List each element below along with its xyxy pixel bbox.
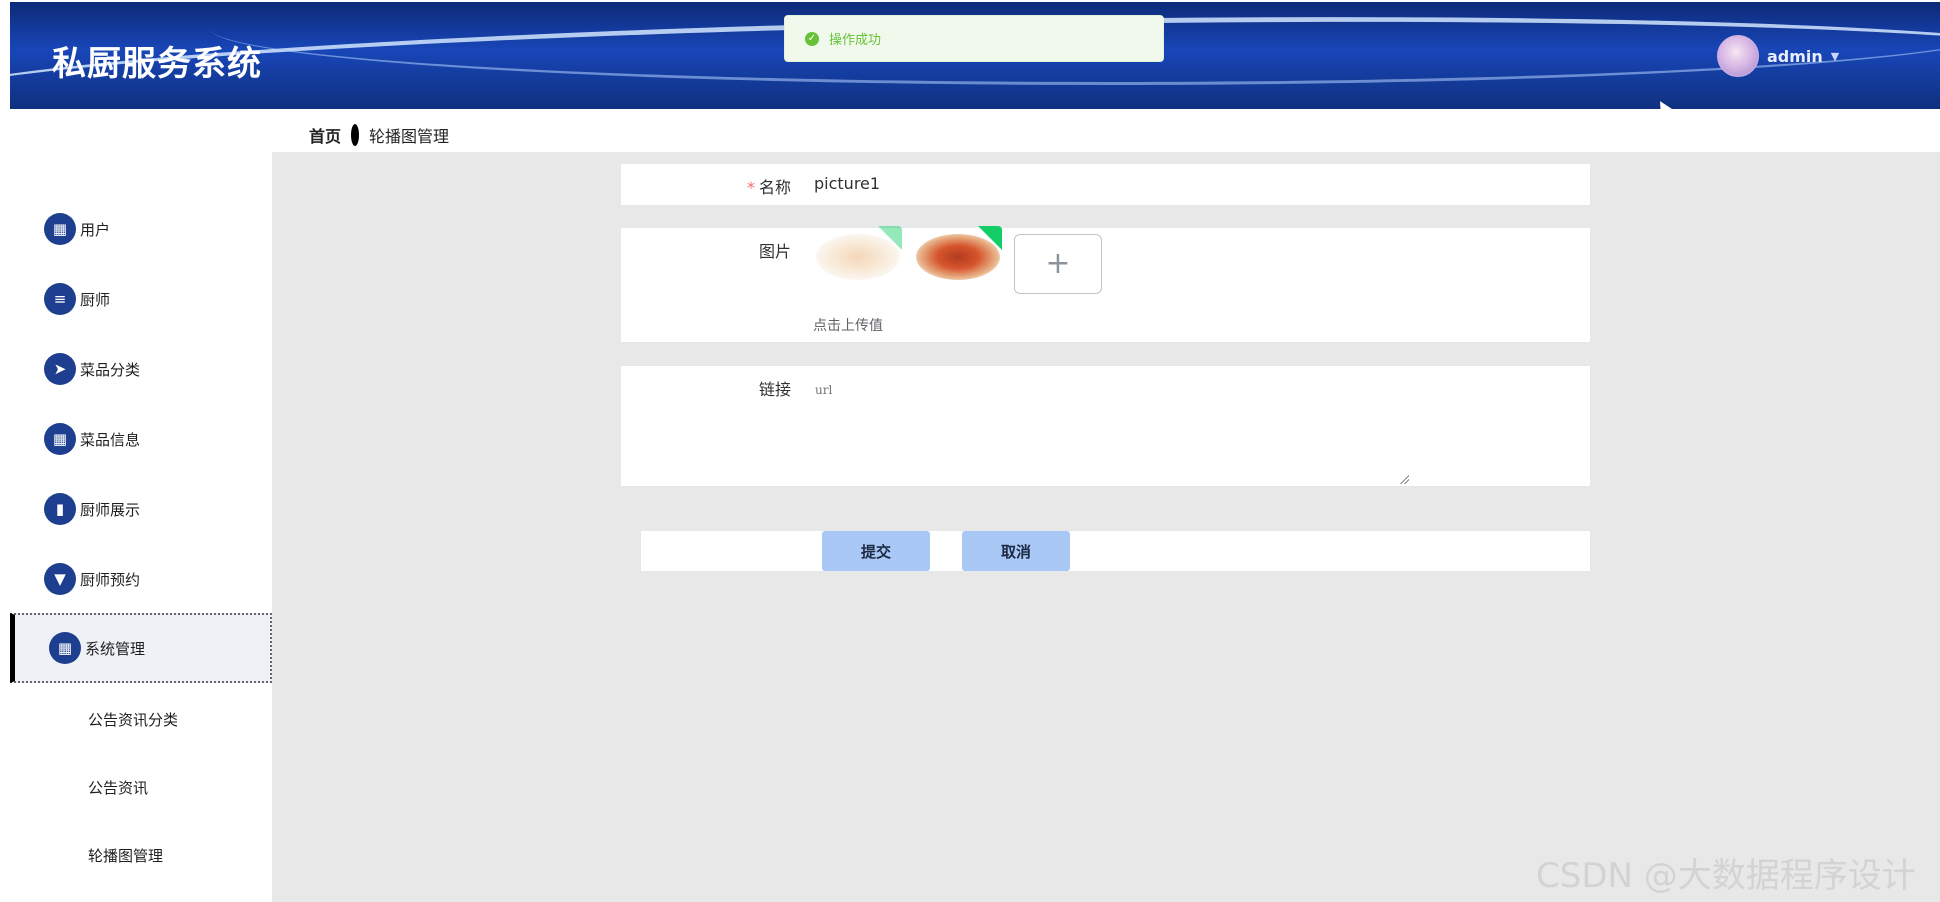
- pin-icon: ▼: [44, 563, 76, 595]
- sidebar-item-chef-booking[interactable]: ▼ 厨师预约: [10, 544, 272, 614]
- sidebar-subitem-news[interactable]: 公告资讯: [10, 757, 272, 817]
- image-form-row: 图片 + 点击上传值: [620, 226, 1591, 343]
- toast-message: 操作成功: [829, 33, 882, 48]
- upload-button[interactable]: +: [1014, 234, 1102, 294]
- sidebar-item-label: 用户: [80, 220, 111, 239]
- link-form-row: 链接: [620, 365, 1591, 487]
- link-textarea[interactable]: [813, 378, 1577, 402]
- sidebar-item-label: 厨师: [80, 290, 111, 309]
- cancel-button[interactable]: 取消: [962, 531, 1070, 571]
- required-mark: *: [746, 178, 755, 197]
- name-input[interactable]: picture1: [814, 174, 880, 193]
- breadcrumb-home[interactable]: 首页: [309, 123, 341, 147]
- sidebar-item-system[interactable]: ▦ 系统管理: [10, 613, 272, 683]
- sidebar-subitem-label: 公告资讯: [88, 778, 149, 797]
- sidebar: ▦ 用户 ≡ 厨师 ➤ 菜品分类 ▦ 菜品信息 ▮ 厨师展示 ▼ 厨师预约 ▦ …: [10, 152, 272, 902]
- name-form-row: * 名称 picture1: [620, 163, 1591, 206]
- apps-icon: ▦: [44, 423, 76, 455]
- chevron-down-icon[interactable]: ▼: [1831, 50, 1839, 63]
- check-circle-icon: ✓: [805, 31, 819, 46]
- apps-icon: ▦: [49, 632, 81, 664]
- sidebar-item-chefs[interactable]: ≡ 厨师: [10, 264, 272, 334]
- sidebar-item-users[interactable]: ▦ 用户: [10, 194, 272, 264]
- sidebar-item-dish-info[interactable]: ▦ 菜品信息: [10, 404, 272, 474]
- sidebar-subitem-label: 轮播图管理: [88, 846, 164, 865]
- link-label: 链接: [758, 380, 791, 399]
- submit-button[interactable]: 提交: [822, 531, 930, 571]
- sidebar-item-label: 厨师预约: [80, 570, 141, 589]
- sidebar-item-dish-category[interactable]: ➤ 菜品分类: [10, 334, 272, 404]
- list-icon: ≡: [44, 283, 76, 315]
- image-thumbnail-1[interactable]: [814, 226, 902, 282]
- sidebar-subitem-news-category[interactable]: 公告资讯分类: [10, 689, 272, 749]
- bar-chart-icon: ▮: [44, 493, 76, 525]
- sidebar-subitem-carousel[interactable]: 轮播图管理: [10, 825, 272, 885]
- breadcrumb-current: 轮播图管理: [369, 127, 450, 146]
- sidebar-item-chef-showcase[interactable]: ▮ 厨师展示: [10, 474, 272, 544]
- breadcrumb-separator: [351, 124, 360, 146]
- username[interactable]: admin: [1767, 47, 1823, 66]
- avatar[interactable]: [1717, 35, 1759, 77]
- breadcrumb: 首页 轮播图管理: [309, 123, 449, 147]
- image-label: 图片: [758, 242, 791, 261]
- grid-icon: ▦: [44, 213, 76, 245]
- sidebar-item-label: 菜品信息: [80, 430, 141, 449]
- user-menu[interactable]: admin ▼: [1717, 35, 1839, 77]
- name-label: * 名称: [746, 178, 791, 197]
- sidebar-item-label: 菜品分类: [80, 360, 141, 379]
- resize-handle[interactable]: [1399, 474, 1409, 484]
- image-thumbnail-2[interactable]: [914, 226, 1002, 282]
- sidebar-subitem-label: 公告资讯分类: [88, 710, 179, 729]
- app-title: 私厨服务系统: [52, 44, 262, 84]
- upload-hint: 点击上传值: [813, 318, 883, 334]
- success-toast: ✓ 操作成功: [784, 15, 1164, 62]
- send-icon: ➤: [44, 353, 76, 385]
- sidebar-item-label: 系统管理: [85, 639, 146, 658]
- watermark: CSDN @大数据程序设计: [1536, 856, 1916, 896]
- main-content: *名称 picture1 图片 + 点击上传值 链接 提交 取消: [272, 152, 1940, 902]
- sidebar-item-label: 厨师展示: [80, 500, 141, 519]
- button-row: 提交 取消: [640, 530, 1591, 572]
